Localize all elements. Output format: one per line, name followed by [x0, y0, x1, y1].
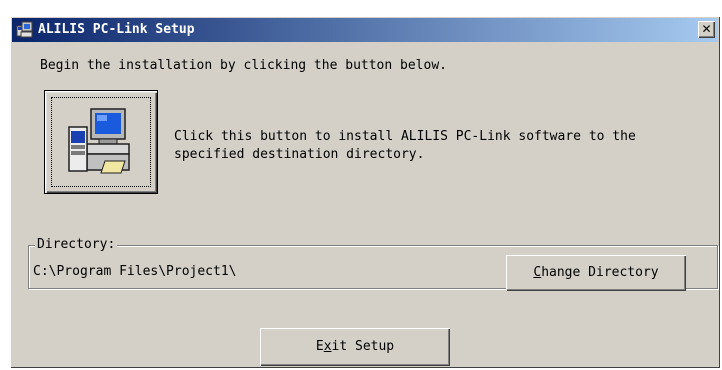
- mnemonic-char: x: [323, 339, 332, 354]
- directory-legend: Directory:: [35, 237, 118, 252]
- directory-path: C:\Program Files\Project1\: [33, 264, 237, 279]
- computer-install-icon: [68, 108, 130, 174]
- setup-window: ALILIS PC-Link Setup ✕ Begin the install…: [10, 16, 720, 368]
- exit-setup-button[interactable]: Exit Setup: [260, 328, 450, 366]
- instruction-text: Begin the installation by clicking the b…: [40, 58, 447, 73]
- button-label-start: E: [315, 339, 324, 354]
- install-description-line: Click this button to install ALILIS PC-L…: [174, 129, 636, 144]
- install-button[interactable]: [44, 90, 158, 194]
- install-description: Click this button to install ALILIS PC-L…: [174, 128, 636, 164]
- change-directory-button[interactable]: Change Directory: [506, 255, 686, 291]
- button-label: it Setup: [331, 339, 395, 354]
- install-description-line: specified destination directory.: [174, 147, 425, 162]
- directory-group: Directory: C:\Program Files\Project1\ Ch…: [28, 237, 718, 291]
- window-title: ALILIS PC-Link Setup: [38, 22, 195, 37]
- button-label: hange Directory: [541, 265, 659, 280]
- close-icon: ✕: [701, 22, 712, 36]
- title-bar[interactable]: ALILIS PC-Link Setup ✕: [12, 18, 718, 42]
- setup-app-icon: [16, 21, 33, 38]
- close-button[interactable]: ✕: [698, 21, 715, 38]
